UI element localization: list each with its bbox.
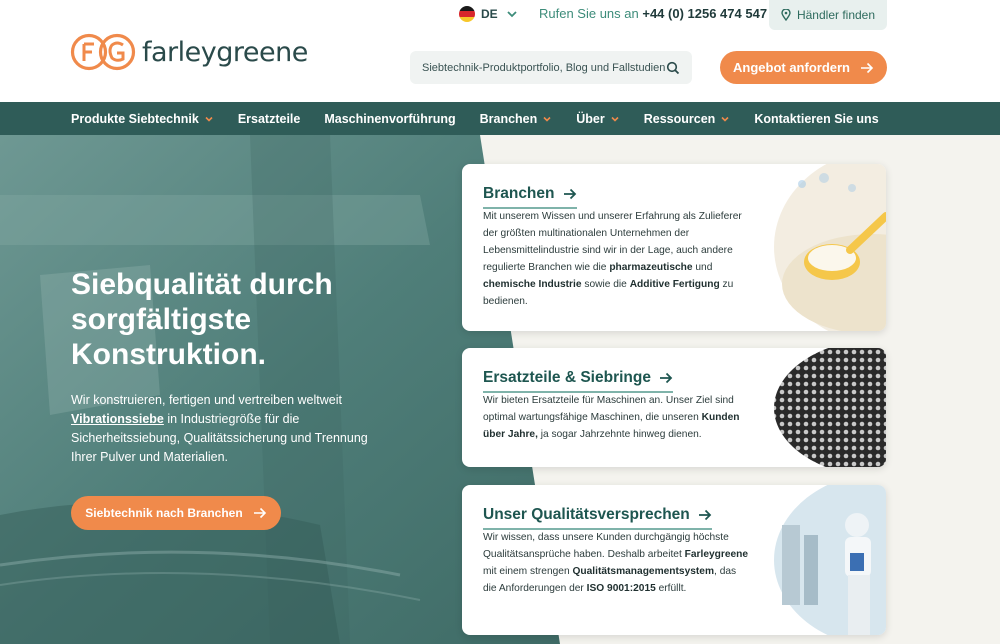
nav-label: Ersatzteile bbox=[237, 111, 301, 126]
arrow-right-icon bbox=[861, 62, 874, 73]
nav-label: Maschinenvorführung bbox=[324, 111, 456, 126]
card-text: Wir bieten Ersatzteile für Maschinen an.… bbox=[483, 395, 734, 423]
card-title[interactable]: Unser Qualitätsversprechen bbox=[483, 506, 712, 530]
card-text: und bbox=[695, 261, 713, 273]
dropdown-chevron-icon bbox=[721, 116, 729, 122]
card-text: sowie die bbox=[584, 278, 627, 290]
language-code: DE bbox=[481, 7, 498, 21]
arrow-right-icon bbox=[253, 507, 266, 519]
find-dealer-button[interactable]: Händler finden bbox=[769, 0, 887, 30]
nav-label: Ressourcen bbox=[643, 111, 716, 126]
card-quality-promise[interactable]: Unser Qualitätsversprechen Wir wissen, d… bbox=[462, 485, 886, 635]
card-title-text: Branchen bbox=[483, 185, 555, 202]
nav-item-spare-parts[interactable]: Ersatzteile bbox=[238, 112, 301, 126]
search-icon[interactable] bbox=[666, 61, 680, 75]
dropdown-chevron-icon bbox=[205, 116, 213, 122]
nav-item-resources[interactable]: Ressourcen bbox=[644, 112, 731, 126]
sieves-by-industry-label: Siebtechnik nach Branchen bbox=[85, 506, 243, 520]
language-selector[interactable]: DE bbox=[459, 5, 520, 23]
nav-label: Über bbox=[576, 111, 605, 126]
card-industries[interactable]: Branchen Mit unserem Wissen und unserer … bbox=[462, 164, 886, 331]
logo-mark-icon bbox=[70, 33, 136, 71]
call-us-label: Rufen Sie uns an bbox=[539, 6, 639, 21]
card-body: Mit unserem Wissen und unserer Erfahrung… bbox=[483, 209, 751, 311]
arrow-right-icon bbox=[698, 509, 712, 521]
card-text: erfüllt. bbox=[658, 582, 687, 594]
card-body: Wir wissen, dass unsere Kunden durchgäng… bbox=[483, 530, 751, 598]
nav-label: Branchen bbox=[479, 111, 538, 126]
card-title[interactable]: Branchen bbox=[483, 185, 577, 209]
flag-de-icon bbox=[459, 6, 475, 22]
search-bar[interactable]: Siebtechnik-Produktportfolio, Blog und F… bbox=[410, 51, 692, 84]
dropdown-chevron-icon bbox=[611, 116, 619, 122]
request-quote-button[interactable]: Angebot anfordern bbox=[720, 51, 887, 84]
card-title[interactable]: Ersatzteile & Siebringe bbox=[483, 369, 673, 393]
sieves-by-industry-button[interactable]: Siebtechnik nach Branchen bbox=[71, 496, 281, 530]
logo[interactable]: farleygreene bbox=[70, 32, 308, 72]
location-pin-icon bbox=[781, 9, 791, 21]
hero-title: Siebqualität durch sorgfältigste Konstru… bbox=[71, 268, 333, 372]
card-bold-text: pharmazeutische bbox=[609, 261, 693, 273]
card-bold-text: Farleygreene bbox=[684, 548, 749, 560]
card-body: Wir bieten Ersatzteile für Maschinen an.… bbox=[483, 393, 751, 444]
card-bold-text: Additive Fertigung bbox=[629, 278, 720, 290]
card-bold-text: ISO 9001:2015 bbox=[586, 582, 656, 594]
request-quote-label: Angebot anfordern bbox=[733, 60, 850, 75]
site-header: farleygreene DE Rufen Sie uns an +44 (0)… bbox=[0, 0, 1000, 102]
nav-item-about[interactable]: Über bbox=[576, 112, 619, 126]
phone-number[interactable]: +44 (0) 1256 474 547 bbox=[642, 6, 767, 21]
nav-label: Kontaktieren Sie uns bbox=[754, 111, 879, 126]
nav-label: Produkte Siebtechnik bbox=[71, 111, 199, 126]
card-bold-text: Qualitätsmanagementsystem bbox=[572, 565, 715, 577]
main-nav: Produkte Siebtechnik Ersatzteile Maschin… bbox=[0, 102, 1000, 135]
sieve-mesh-image bbox=[774, 348, 886, 467]
card-spare-parts[interactable]: Ersatzteile & Siebringe Wir bieten Ersat… bbox=[462, 348, 886, 467]
hero-section: Siebqualität durch sorgfältigste Konstru… bbox=[0, 135, 1000, 644]
card-text: mit einem strengen bbox=[483, 565, 570, 577]
search-input[interactable]: Siebtechnik-Produktportfolio, Blog und F… bbox=[422, 62, 666, 74]
card-title-text: Ersatzteile & Siebringe bbox=[483, 369, 651, 386]
powder-scoop-image bbox=[774, 164, 886, 331]
card-text: ja sogar Jahrzehnte hinweg dienen. bbox=[540, 428, 702, 440]
lab-worker-image bbox=[774, 485, 886, 635]
call-us: Rufen Sie uns an +44 (0) 1256 474 547 bbox=[539, 6, 767, 21]
logo-text: farleygreene bbox=[142, 36, 308, 68]
find-dealer-label: Händler finden bbox=[796, 8, 876, 22]
nav-item-industries[interactable]: Branchen bbox=[480, 112, 553, 126]
arrow-right-icon bbox=[659, 372, 673, 384]
hero-body-text: Wir konstruieren, fertigen und vertreibe… bbox=[71, 393, 342, 407]
card-title-text: Unser Qualitätsversprechen bbox=[483, 506, 690, 523]
nav-item-demo[interactable]: Maschinenvorführung bbox=[324, 112, 455, 126]
dropdown-chevron-icon bbox=[543, 116, 551, 122]
arrow-right-icon bbox=[563, 188, 576, 200]
vibration-sieves-link[interactable]: Vibrationssiebe bbox=[71, 412, 164, 426]
card-bold-text: chemische Industrie bbox=[483, 278, 582, 290]
nav-item-products[interactable]: Produkte Siebtechnik bbox=[71, 112, 214, 126]
nav-item-contact[interactable]: Kontaktieren Sie uns bbox=[754, 112, 878, 126]
chevron-down-icon bbox=[507, 11, 517, 18]
hero-body: Wir konstruieren, fertigen und vertreibe… bbox=[71, 391, 391, 468]
